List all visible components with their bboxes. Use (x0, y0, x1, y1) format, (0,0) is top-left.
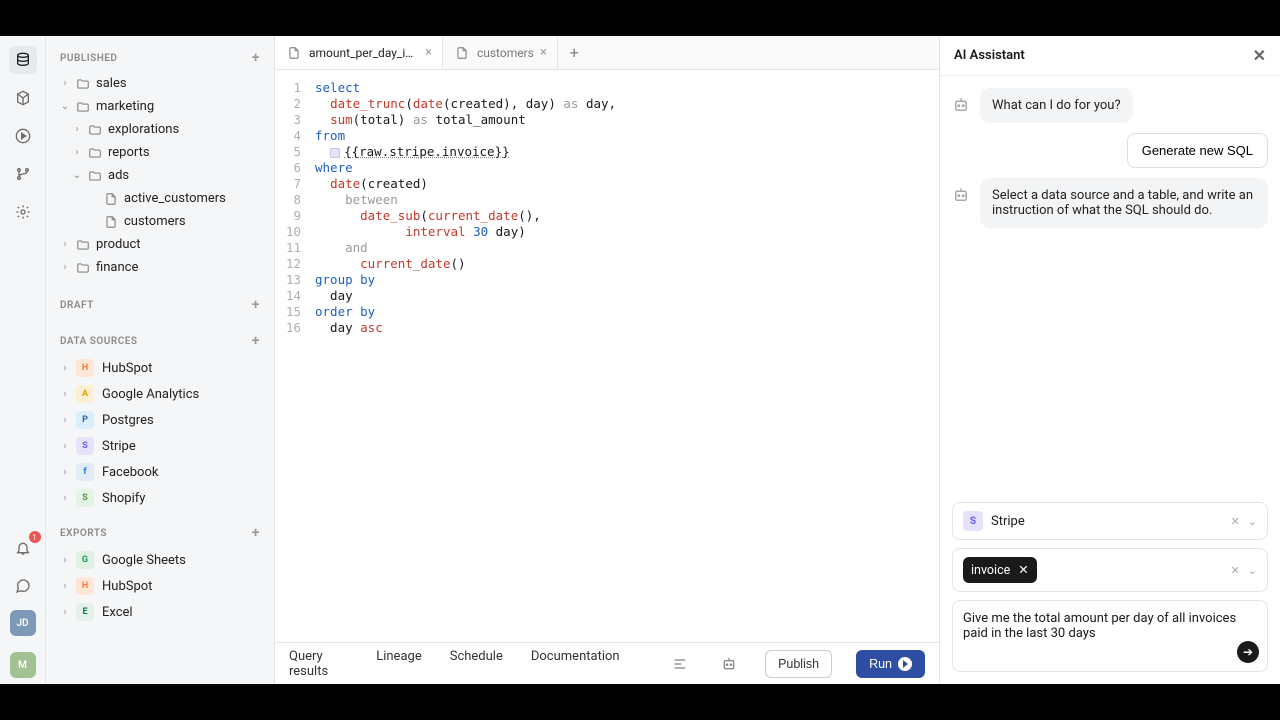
add-published-icon[interactable]: + (252, 50, 260, 66)
assistant-greeting: What can I do for you? (980, 88, 1133, 123)
editor-tabs: amount_per_day_invoic...×customers×+ (275, 36, 939, 70)
close-icon[interactable]: ✕ (1253, 46, 1266, 65)
generate-sql-button[interactable]: Generate new SQL (1127, 133, 1268, 168)
source-dropdown-icon[interactable]: ⌄ (1248, 515, 1257, 528)
stripe-icon: S (963, 511, 983, 531)
folder-marketing[interactable]: ⌄marketing (52, 95, 268, 118)
close-tab-icon[interactable]: × (425, 45, 432, 60)
datasource-google-analytics[interactable]: ›AGoogle Analytics (52, 381, 268, 407)
remove-chip-icon[interactable]: ✕ (1018, 562, 1028, 578)
assistant-hint: Select a data source and a table, and wr… (980, 178, 1268, 228)
format-icon[interactable] (668, 651, 693, 677)
datasource-facebook[interactable]: ›fFacebook (52, 459, 268, 485)
folder-ads[interactable]: ⌄ads (52, 164, 268, 187)
section-data-sources: Data Sources + (46, 325, 274, 355)
file-icon (287, 46, 303, 60)
datasource-hubspot[interactable]: ›HHubSpot (52, 355, 268, 381)
add-draft-icon[interactable]: + (252, 297, 260, 313)
folder-finance[interactable]: ›finance (52, 256, 268, 279)
datasource-shopify[interactable]: ›SShopify (52, 485, 268, 511)
section-draft: Draft + (46, 289, 274, 319)
file-active_customers[interactable]: active_customers (52, 187, 268, 210)
folder-sales[interactable]: ›sales (52, 72, 268, 95)
rail-branch-icon[interactable] (9, 160, 37, 188)
table-chip[interactable]: invoice✕ (963, 557, 1037, 583)
sidebar: Published + ›sales⌄marketing›exploration… (46, 36, 275, 684)
bottom-bar: Query results Lineage Schedule Documentatio… (275, 642, 939, 684)
bottom-tab-query-results[interactable]: Query results (289, 649, 348, 679)
bottom-tab-lineage[interactable]: Lineage (376, 649, 422, 679)
tab-customers[interactable]: customers× (443, 36, 558, 69)
source-picker[interactable]: S Stripe ✕ ⌄ (952, 502, 1268, 540)
datasource-postgres[interactable]: ›PPostgres (52, 407, 268, 433)
ai-icon[interactable] (716, 651, 741, 677)
prompt-input[interactable]: Give me the total amount per day of all … (952, 600, 1268, 672)
play-icon (898, 657, 912, 671)
rail-notifications-icon[interactable] (9, 534, 37, 562)
code-editor[interactable]: 1select2 date_trunc(date(created), day) … (275, 70, 939, 642)
table-dropdown-icon[interactable]: ⌄ (1248, 564, 1257, 577)
datasource-excel[interactable]: ›EExcel (52, 599, 268, 625)
datasource-google-sheets[interactable]: ›GGoogle Sheets (52, 547, 268, 573)
table-picker[interactable]: invoice✕ ✕ ⌄ (952, 548, 1268, 592)
clear-source-icon[interactable]: ✕ (1231, 515, 1240, 528)
datasource-hubspot[interactable]: ›HHubSpot (52, 573, 268, 599)
rail-chat-icon[interactable] (9, 572, 37, 600)
rail-settings-icon[interactable] (9, 198, 37, 226)
folder-product[interactable]: ›product (52, 233, 268, 256)
bot-icon (952, 96, 970, 114)
add-datasource-icon[interactable]: + (252, 333, 260, 349)
send-button[interactable]: ➔ (1237, 641, 1259, 663)
file-icon (455, 46, 471, 60)
avatar-1[interactable]: JD (10, 610, 36, 636)
file-customers[interactable]: customers (52, 210, 268, 233)
publish-button[interactable]: Publish (765, 650, 832, 678)
add-export-icon[interactable]: + (252, 525, 260, 541)
assistant-panel: AI Assistant ✕ What can I do for you? Ge… (939, 36, 1280, 684)
assistant-title: AI Assistant (954, 48, 1025, 63)
rail-database-icon[interactable] (9, 46, 37, 74)
datasource-stripe[interactable]: ›SStripe (52, 433, 268, 459)
rail-play-icon[interactable] (9, 122, 37, 150)
nav-rail: JD M (0, 36, 46, 684)
rail-cube-icon[interactable] (9, 84, 37, 112)
bottom-tab-schedule[interactable]: Schedule (450, 649, 503, 679)
avatar-2[interactable]: M (10, 652, 36, 678)
section-published: Published + (46, 42, 274, 72)
close-tab-icon[interactable]: × (540, 45, 547, 60)
run-button[interactable]: Run (856, 650, 925, 678)
tab-amount_per_day_invoic-[interactable]: amount_per_day_invoic...× (275, 36, 443, 69)
clear-table-icon[interactable]: ✕ (1231, 564, 1240, 577)
bot-icon (952, 186, 970, 204)
folder-explorations[interactable]: ›explorations (52, 118, 268, 141)
folder-reports[interactable]: ›reports (52, 141, 268, 164)
section-exports: Exports + (46, 517, 274, 547)
add-tab-button[interactable]: + (558, 43, 591, 62)
bottom-tab-documentation[interactable]: Documentation (531, 649, 620, 679)
